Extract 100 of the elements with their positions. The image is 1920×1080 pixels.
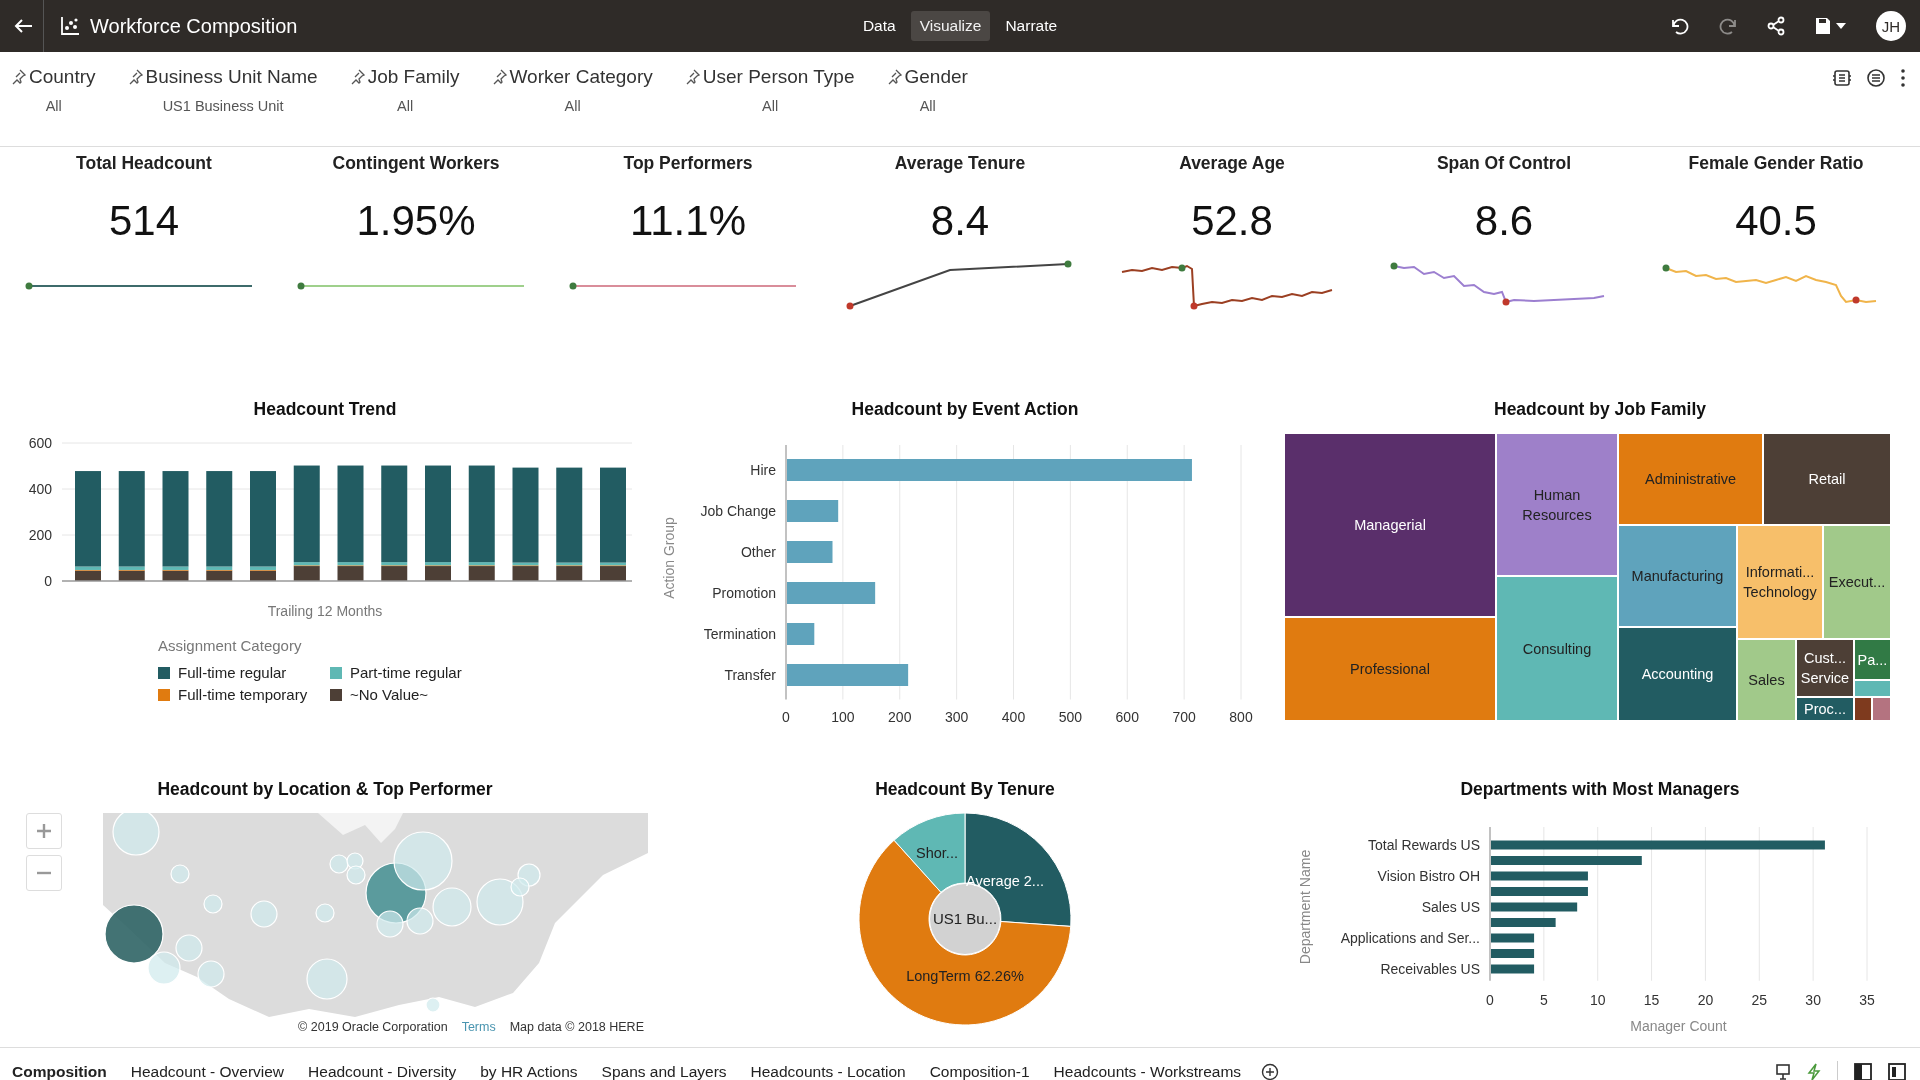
panel-right-icon[interactable]: [1888, 1062, 1906, 1080]
save-icon[interactable]: [1814, 16, 1848, 36]
filter-value[interactable]: All: [397, 98, 414, 114]
axis-tick-label: 200: [28, 527, 52, 543]
user-avatar[interactable]: JH: [1876, 11, 1906, 41]
treemap-tile[interactable]: Pa...: [1854, 639, 1891, 680]
treemap-tile[interactable]: Cust... Service: [1796, 639, 1854, 697]
add-icon[interactable]: [1261, 1062, 1280, 1080]
axis-tick-label: 35: [1859, 991, 1875, 1008]
treemap-tile[interactable]: Execut...: [1823, 525, 1891, 639]
panel-icon[interactable]: [1832, 68, 1852, 88]
axis-tick-label: 25: [1751, 991, 1768, 1008]
axis-tick-label: 700: [1172, 708, 1196, 725]
list-icon[interactable]: [1866, 68, 1886, 88]
treemap-tile[interactable]: Accounting: [1618, 627, 1737, 721]
filter-value[interactable]: All: [762, 98, 779, 114]
slice-label: Shor...: [916, 845, 958, 861]
axis-tick-label: 400: [28, 481, 52, 497]
kpi-title: Total Headcount: [76, 153, 212, 174]
treemap-tile[interactable]: Informati... Technology: [1737, 525, 1823, 639]
filter-label[interactable]: User Person Type: [702, 66, 855, 88]
filter-label[interactable]: Job Family: [367, 66, 460, 88]
pin-icon[interactable]: [128, 69, 143, 85]
axis-tick-label: 500: [1058, 708, 1083, 725]
category-label: Applications and Ser...: [1340, 930, 1480, 946]
treemap-tile[interactable]: Managerial: [1284, 433, 1496, 617]
axis-title: Trailing 12 Months: [267, 603, 383, 619]
treemap-tile[interactable]: Professional: [1284, 617, 1496, 721]
chart-title: Headcount by Location & Top Performer: [157, 779, 493, 799]
category-label: Sales US: [1421, 899, 1480, 915]
axis-tick-label: 20: [1697, 991, 1714, 1008]
map-drawing[interactable]: [103, 813, 648, 1018]
pin-icon[interactable]: [685, 69, 700, 85]
sheet-tab[interactable]: Headcounts - Location: [738, 1048, 918, 1080]
kpi-value: 514: [108, 196, 180, 246]
bar: [787, 500, 839, 522]
treemap-tile[interactable]: Human Resources: [1496, 433, 1618, 576]
treemap-tile[interactable]: [1854, 680, 1891, 697]
lightning-icon[interactable]: [1807, 1062, 1821, 1080]
pie-slice[interactable]: [964, 812, 1072, 927]
axis-tick-label: 300: [944, 708, 969, 725]
pie-slice[interactable]: [858, 839, 1072, 1026]
pin-icon[interactable]: [350, 69, 365, 85]
treemap-tile[interactable]: Sales: [1737, 639, 1796, 721]
axis-title: Action Group: [661, 517, 677, 599]
filter-value[interactable]: All: [919, 98, 936, 114]
legend-label: Full-time regular: [178, 664, 287, 681]
category-label: Vision Bistro OH: [1377, 868, 1480, 884]
sheet-tab[interactable]: Composition-1: [917, 1048, 1042, 1080]
kpi-value: 8.6: [1474, 196, 1534, 246]
treemap-tile[interactable]: Retail: [1763, 433, 1891, 525]
bar: [1491, 933, 1535, 943]
kpi-value: 8.4: [930, 196, 990, 246]
pin-icon[interactable]: [12, 69, 26, 85]
filter-label[interactable]: Business Unit Name: [145, 66, 318, 88]
donut-center-label: US1 Bu...: [932, 910, 998, 927]
sheet-tab[interactable]: Headcount - Overview: [118, 1048, 297, 1080]
mode-tab[interactable]: Narrate: [996, 11, 1067, 41]
pin-icon[interactable]: [887, 69, 902, 85]
sheet-tab[interactable]: Composition: [0, 1048, 119, 1080]
filter-label[interactable]: Worker Category: [509, 66, 653, 88]
sheet-tab[interactable]: Headcounts - Workstreams: [1041, 1048, 1254, 1080]
category-label: Hire: [750, 462, 776, 478]
panel-left-icon[interactable]: [1854, 1062, 1872, 1080]
zoom-in-button[interactable]: [26, 813, 62, 849]
treemap-tile[interactable]: [1854, 697, 1872, 721]
kpi-value: 52.8: [1191, 196, 1273, 246]
pie-slice[interactable]: [893, 812, 966, 893]
filter-value[interactable]: All: [564, 98, 581, 114]
menu-icon[interactable]: [1900, 68, 1906, 88]
category-label: Job Change: [700, 503, 776, 519]
treemap-tile[interactable]: Proc...: [1796, 697, 1854, 721]
sheet-tab[interactable]: by HR Actions: [468, 1048, 590, 1080]
treemap-tile[interactable]: Administrative: [1618, 433, 1763, 525]
kpi-title: Average Age: [1179, 153, 1285, 174]
category-label: Other: [741, 544, 776, 560]
chart-title: Headcount Trend: [253, 399, 397, 419]
treemap-tile[interactable]: Manufacturing: [1618, 525, 1737, 627]
back-icon[interactable]: [13, 18, 33, 34]
zoom-out-button[interactable]: [26, 855, 62, 891]
treemap-tile[interactable]: Consulting: [1496, 576, 1618, 721]
category-label: Termination: [703, 626, 776, 642]
category-label: Promotion: [712, 585, 776, 601]
share-icon[interactable]: [1766, 16, 1786, 36]
filter-value[interactable]: US1 Business Unit: [162, 98, 284, 114]
treemap-tile[interactable]: [1872, 697, 1891, 721]
mode-tab[interactable]: Data: [853, 11, 905, 41]
pin-icon[interactable]: [492, 69, 507, 85]
filter-label[interactable]: Gender: [904, 66, 968, 88]
mode-tab[interactable]: Visualize: [910, 11, 991, 41]
monitor-icon[interactable]: [1775, 1062, 1791, 1080]
filter-value[interactable]: All: [45, 98, 62, 114]
chart-title: Headcount by Job Family: [1494, 399, 1706, 419]
dashboard-title: Workforce Composition: [90, 14, 298, 38]
filter-label[interactable]: Country: [29, 66, 96, 88]
sheet-tab[interactable]: Headcount - Diversity: [296, 1048, 469, 1080]
kpi-title: Average Tenure: [894, 153, 1026, 174]
undo-icon[interactable]: [1670, 17, 1690, 35]
axis-tick-label: 400: [1001, 708, 1026, 725]
sheet-tab[interactable]: Spans and Layers: [589, 1048, 739, 1080]
